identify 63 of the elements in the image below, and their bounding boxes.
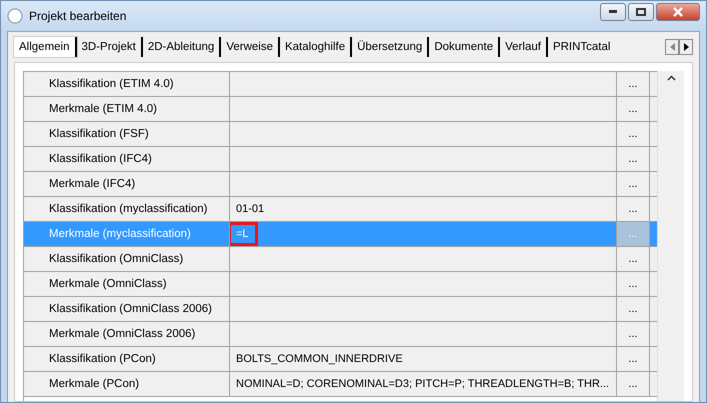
property-name: Merkmale (OmniClass) — [24, 272, 230, 296]
grid-row[interactable]: Merkmale (PCon) NOMINAL=D; CORENOMINAL=D3; PITCH=P; THREADLENGTH=B; THR... ... — [24, 372, 657, 397]
property-name: Klassifikation (OmniClass 2006) — [24, 297, 230, 321]
property-name: Klassifikation (ETIM 4.0) — [24, 72, 230, 96]
browse-button[interactable]: ... — [617, 347, 650, 371]
scroll-right-button[interactable] — [679, 39, 693, 55]
window-title: Projekt bearbeiten — [29, 9, 126, 23]
browse-button[interactable]: ... — [617, 372, 650, 396]
property-value: 01-01 — [236, 203, 264, 215]
property-name: Klassifikation (myclassification) — [24, 197, 230, 221]
tab[interactable]: Verweise — [221, 37, 280, 57]
grid-row[interactable]: Klassifikation (ETIM 4.0) ... — [24, 72, 657, 97]
property-name: Merkmale (PCon) — [24, 372, 230, 396]
tab[interactable]: Allgemein — [14, 37, 76, 57]
property-name: Klassifikation (OmniClass) — [24, 247, 230, 271]
maximize-icon — [636, 8, 646, 16]
left-arrow-icon — [670, 43, 674, 51]
grid-row[interactable]: Klassifikation (IFC4) ... — [24, 147, 657, 172]
property-name: Klassifikation (IFC4) — [24, 147, 230, 171]
tab[interactable]: PRINTcatal — [548, 37, 616, 57]
property-value: NOMINAL=D; CORENOMINAL=D3; PITCH=P; THREADLENGTH=B; THR... — [236, 378, 610, 390]
grid-row[interactable]: Merkmale (IFC4) ... — [24, 172, 657, 197]
grid-row[interactable]: Klassifikation (FSF) ... — [24, 122, 657, 147]
browse-button[interactable]: ... — [617, 297, 650, 321]
tab[interactable]: Übersetzung — [352, 37, 430, 57]
property-name: Merkmale (ETIM 4.0) — [24, 97, 230, 121]
property-name: Merkmale (OmniClass 2006) — [24, 322, 230, 346]
browse-button[interactable]: ... — [617, 197, 650, 221]
property-value: =L — [236, 228, 249, 240]
browse-button[interactable]: ... — [617, 172, 650, 196]
browse-button[interactable]: ... — [617, 122, 650, 146]
grid-row[interactable]: Merkmale (ETIM 4.0) ... — [24, 97, 657, 122]
tab[interactable]: Kataloghilfe — [280, 37, 352, 57]
grid-row[interactable]: Klassifikation (PCon) BOLTS_COMMON_INNERDRIVE ... — [24, 347, 657, 372]
maximize-button[interactable] — [628, 3, 654, 21]
grid-row[interactable]: Klassifikation (OmniClass 2006) ... — [24, 297, 657, 322]
property-name: Merkmale (IFC4) — [24, 172, 230, 196]
property-name: Klassifikation (FSF) — [24, 122, 230, 146]
grid-row[interactable]: Klassifikation (OmniClass) ... — [24, 247, 657, 272]
right-arrow-icon — [684, 43, 688, 51]
browse-button[interactable]: ... — [617, 322, 650, 346]
browse-button[interactable]: ... — [617, 247, 650, 271]
scrollbar[interactable] — [657, 71, 684, 401]
tab[interactable]: Verlauf — [500, 37, 548, 57]
tab[interactable]: 3D-Projekt — [76, 37, 143, 57]
grid-row[interactable]: Merkmale (OmniClass 2006) ... — [24, 322, 657, 347]
browse-button[interactable]: ... — [617, 97, 650, 121]
browse-button[interactable]: ... — [617, 147, 650, 171]
tab[interactable]: 2D-Ableitung — [142, 37, 222, 57]
tab[interactable]: Dokumente — [429, 37, 500, 57]
grid-row[interactable]: Klassifikation (myclassification) 01-01 ... — [24, 197, 657, 222]
browse-button[interactable]: ... — [617, 72, 650, 96]
close-button[interactable] — [656, 3, 700, 21]
minimize-icon — [609, 10, 617, 14]
property-name: Merkmale (myclassification) — [24, 222, 230, 246]
grid-row[interactable]: Merkmale (OmniClass) ... — [24, 272, 657, 297]
browse-button[interactable]: ... — [617, 272, 650, 296]
close-icon — [673, 7, 683, 17]
minimize-button[interactable] — [600, 3, 626, 21]
scroll-up-icon[interactable] — [666, 75, 676, 81]
property-value: BOLTS_COMMON_INNERDRIVE — [236, 353, 403, 365]
property-name: Klassifikation (PCon) — [24, 347, 230, 371]
app-icon — [7, 8, 23, 24]
